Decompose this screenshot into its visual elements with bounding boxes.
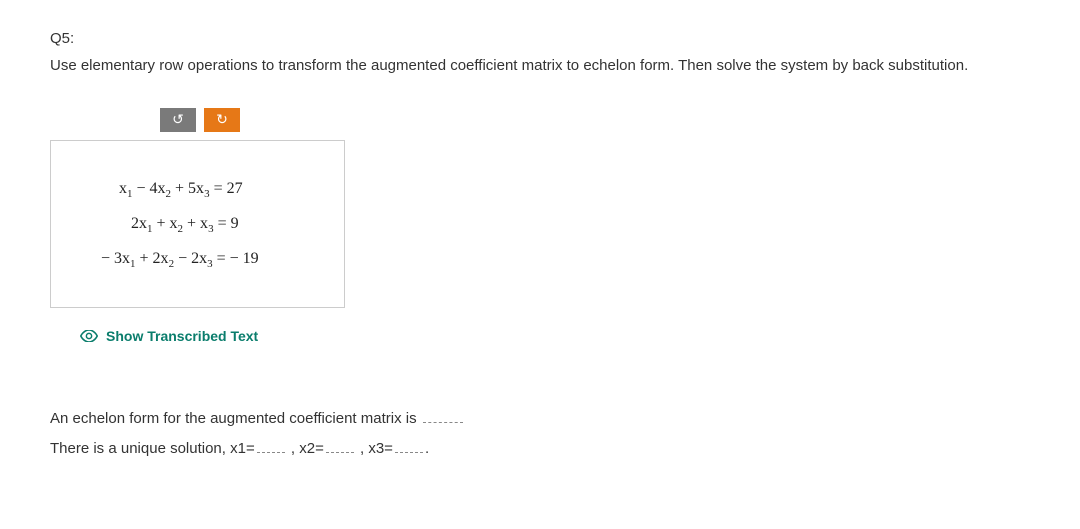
eye-icon — [80, 330, 98, 342]
equation-box: x1 − 4x2 + 5x3 = 27 2x1 + x2 + x3 = 9 − … — [50, 140, 345, 308]
blank-x2[interactable] — [326, 439, 354, 453]
equation-2: 2x1 + x2 + x3 = 9 — [101, 206, 324, 241]
answer-line2-mid1: , x2= — [287, 440, 324, 457]
blank-echelon[interactable] — [423, 409, 463, 423]
eq2-mid2: + x — [183, 215, 208, 232]
blank-x3[interactable] — [395, 439, 423, 453]
eq2-mid1: + x — [153, 215, 178, 232]
answer-line2-end: . — [425, 440, 429, 457]
eq3-rhs: = − 19 — [213, 250, 259, 267]
eq2-pre: 2x — [131, 215, 147, 232]
answer-section: An echelon form for the augmented coeffi… — [50, 404, 1030, 464]
equation-3: − 3x1 + 2x2 − 2x3 = − 19 — [101, 241, 324, 276]
question-text: Use elementary row operations to transfo… — [50, 55, 1030, 78]
eq1-pre: x — [119, 180, 127, 197]
blank-x1[interactable] — [257, 439, 285, 453]
question-label: Q5: — [50, 30, 1030, 47]
eq1-rhs: = 27 — [210, 180, 243, 197]
eq3-mid1: + 2x — [136, 250, 169, 267]
answer-line-1: An echelon form for the augmented coeffi… — [50, 404, 1030, 434]
eq3-mid2: − 2x — [174, 250, 207, 267]
buttons-row: ↺ ↻ — [160, 108, 1030, 132]
answer-line2-mid2: , x3= — [356, 440, 393, 457]
eq2-rhs: = 9 — [214, 215, 239, 232]
eq1-mid2: + 5x — [171, 180, 204, 197]
undo-button[interactable]: ↺ — [160, 108, 196, 132]
answer-line2-pre: There is a unique solution, x1= — [50, 440, 255, 457]
show-transcribed-link[interactable]: Show Transcribed Text — [80, 328, 1030, 344]
redo-button[interactable]: ↻ — [204, 108, 240, 132]
eq3-pre: − 3x — [101, 250, 130, 267]
equation-1: x1 − 4x2 + 5x3 = 27 — [101, 171, 324, 206]
answer-line1-text: An echelon form for the augmented coeffi… — [50, 410, 421, 427]
show-transcribed-label: Show Transcribed Text — [106, 328, 258, 344]
answer-line-2: There is a unique solution, x1= , x2= , … — [50, 434, 1030, 464]
eq1-mid1: − 4x — [133, 180, 166, 197]
